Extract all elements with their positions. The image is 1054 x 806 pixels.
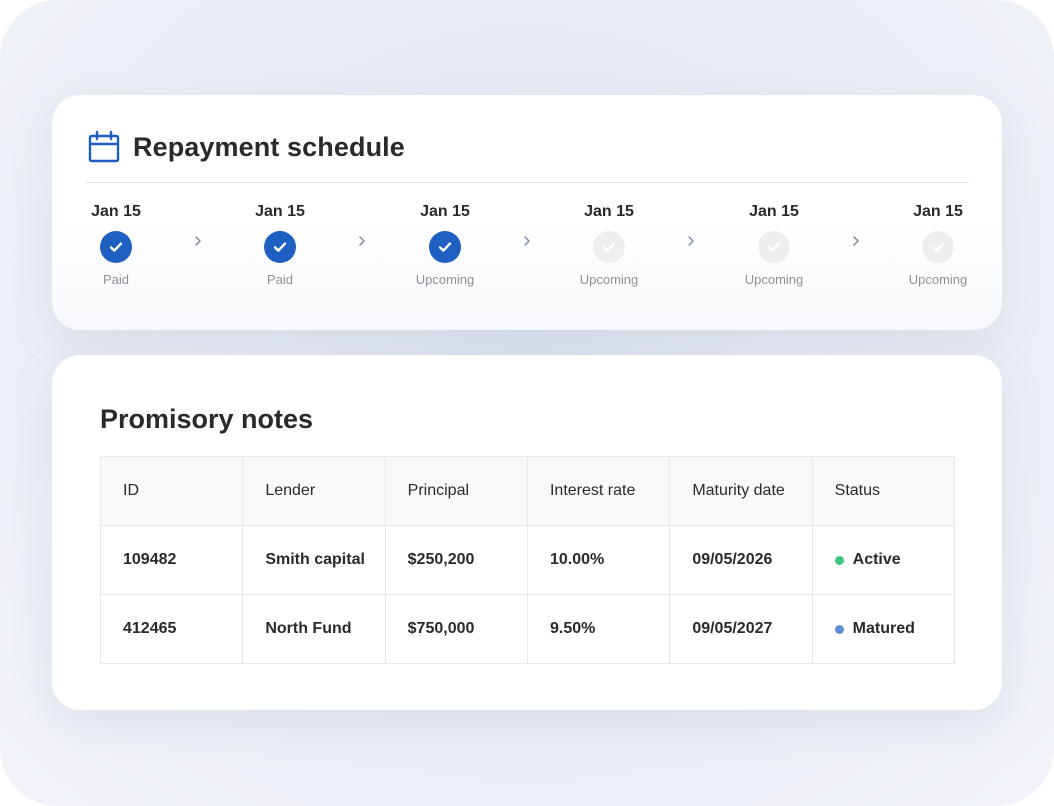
column-header-principal[interactable]: Principal — [384, 456, 528, 526]
notes-title: Promisory notes — [100, 404, 314, 434]
column-header-status[interactable]: Status — [811, 456, 956, 526]
step-date: Jan 15 — [749, 203, 799, 220]
step-status-label: Upcoming — [908, 272, 968, 287]
schedule-header: Repayment schedule — [88, 131, 405, 163]
check-circle-icon — [922, 231, 954, 263]
column-header-lender[interactable]: Lender — [242, 456, 386, 526]
step-status-label: Upcoming — [744, 272, 804, 287]
status-badge: Matured — [834, 620, 954, 638]
column-header-interest-rate[interactable]: Interest rate — [526, 456, 671, 526]
status-dot-icon — [834, 624, 844, 634]
step-status-label: Paid — [102, 272, 130, 287]
repayment-schedule-card: Repayment schedule Jan 15 Paid Jan 15 Pa… — [52, 95, 1002, 330]
schedule-step: Jan 15 Upcoming — [395, 202, 495, 288]
column-header-maturity-date[interactable]: Maturity date — [669, 456, 813, 526]
cell-interest-rate: 9.50% — [526, 594, 671, 664]
notes-table: ID Lender Principal Interest rate Maturi… — [99, 456, 956, 664]
schedule-step: Jan 15 Upcoming — [559, 202, 659, 288]
cell-principal: $750,000 — [384, 594, 528, 664]
cell-id: 412465 — [99, 594, 244, 664]
column-header-id[interactable]: ID — [99, 456, 244, 526]
promisory-notes-card: Promisory notes ID Lender Principal Inte… — [52, 355, 1002, 710]
cell-maturity-date: 09/05/2027 — [669, 594, 813, 664]
check-circle-icon — [264, 231, 296, 263]
chevron-right-icon — [356, 235, 368, 247]
step-date: Jan 15 — [255, 203, 305, 220]
status-text: Active — [852, 551, 901, 568]
schedule-step: Jan 15 Upcoming — [888, 202, 988, 288]
cell-interest-rate: 10.00% — [526, 525, 671, 595]
cell-maturity-date: 09/05/2026 — [669, 525, 813, 595]
step-status-label: Upcoming — [579, 272, 639, 287]
cell-id: 109482 — [99, 525, 244, 595]
check-circle-icon — [593, 231, 625, 263]
status-dot-icon — [834, 555, 844, 565]
table-header-row: ID Lender Principal Interest rate Maturi… — [99, 456, 956, 526]
step-status-label: Paid — [266, 272, 294, 287]
cell-lender: North Fund — [242, 594, 386, 664]
table-row[interactable]: 109482 Smith capital $250,200 10.00% 09/… — [99, 525, 956, 595]
app-frame: Repayment schedule Jan 15 Paid Jan 15 Pa… — [0, 0, 1054, 806]
cell-principal: $250,200 — [384, 525, 528, 595]
cell-status: Matured — [811, 594, 956, 664]
calendar-icon — [88, 131, 120, 163]
schedule-step: Jan 15 Paid — [230, 202, 330, 288]
check-circle-icon — [429, 231, 461, 263]
cell-status: Active — [811, 525, 956, 595]
schedule-title: Repayment schedule — [133, 131, 405, 162]
step-date: Jan 15 — [91, 203, 141, 220]
chevron-right-icon — [521, 235, 533, 247]
status-badge: Active — [834, 551, 954, 569]
status-text: Matured — [852, 620, 915, 637]
cell-lender: Smith capital — [242, 525, 386, 595]
check-circle-icon — [758, 231, 790, 263]
step-date: Jan 15 — [420, 203, 470, 220]
chevron-right-icon — [192, 235, 204, 247]
step-status-label: Upcoming — [415, 272, 475, 287]
schedule-step: Jan 15 Upcoming — [724, 202, 824, 288]
table-row[interactable]: 412465 North Fund $750,000 9.50% 09/05/2… — [99, 594, 956, 664]
step-date: Jan 15 — [584, 203, 634, 220]
schedule-step: Jan 15 Paid — [66, 202, 166, 288]
chevron-right-icon — [850, 235, 862, 247]
chevron-right-icon — [685, 235, 697, 247]
schedule-divider — [85, 182, 969, 183]
check-circle-icon — [100, 231, 132, 263]
step-date: Jan 15 — [913, 203, 963, 220]
